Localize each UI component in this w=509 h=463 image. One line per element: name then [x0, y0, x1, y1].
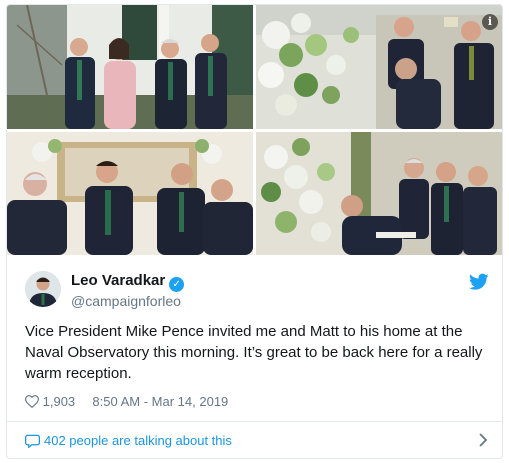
avatar[interactable]: [25, 271, 61, 307]
like-count[interactable]: 1,903: [43, 394, 76, 409]
speech-bubble-icon: [25, 434, 40, 448]
photo-1[interactable]: [7, 5, 253, 129]
photo-4[interactable]: [256, 132, 502, 255]
info-icon[interactable]: i: [482, 14, 498, 30]
tweet-meta: 1,903 8:50 AM - Mar 14, 2019: [25, 393, 228, 411]
heart-icon[interactable]: [25, 395, 39, 408]
verified-badge-icon: ✓: [169, 277, 185, 292]
talking-about-label: 402 people are talking about this: [44, 433, 232, 448]
photo-2[interactable]: i: [256, 5, 502, 129]
author-block[interactable]: Leo Varadkar ✓ @campaignforleo: [71, 271, 185, 310]
photo-grid: i: [7, 5, 502, 255]
tweet-text: Vice President Mike Pence invited me and…: [25, 323, 483, 382]
twitter-bird-icon[interactable]: [469, 273, 489, 291]
tweet-header: Leo Varadkar ✓ @campaignforleo: [25, 271, 495, 311]
author-handle[interactable]: @campaignforleo: [71, 292, 184, 310]
tweet-card[interactable]: i Leo Varadkar ✓ @campaignforleo Vice Pr…: [6, 4, 503, 459]
timestamp[interactable]: 8:50 AM - Mar 14, 2019: [92, 394, 228, 409]
talking-about-link[interactable]: 402 people are talking about this: [25, 431, 232, 451]
author-name[interactable]: Leo Varadkar: [71, 272, 165, 289]
photo-3[interactable]: [7, 132, 253, 255]
chevron-right-icon[interactable]: [478, 433, 488, 447]
divider: [7, 421, 502, 422]
